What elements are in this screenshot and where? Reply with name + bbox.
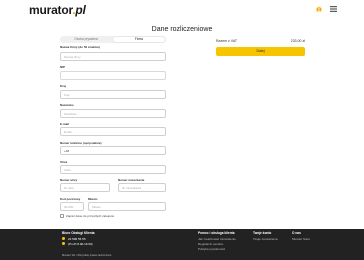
house-number-input[interactable]: Nr ulicy (60, 183, 110, 192)
total-label: Razem z VAT (216, 39, 238, 43)
footer-about-heading: O nas (292, 231, 301, 235)
logo-main: murator (29, 3, 73, 17)
town-label: Miasto (88, 197, 98, 201)
flat-number-label: Numer mieszkania (118, 178, 145, 182)
company-name-input[interactable]: Nazwa firmy (60, 52, 166, 61)
house-number-label: Numer ulicy (60, 178, 78, 182)
town-input[interactable]: Miasto (88, 202, 166, 211)
save-data-checkbox[interactable] (60, 214, 64, 218)
tab-company[interactable]: Firma (113, 37, 165, 42)
city-input[interactable]: Kraj (60, 90, 166, 99)
customer-type-tabs: Osoba prywatna Firma (60, 36, 166, 43)
header: murator.pl (0, 0, 364, 22)
postal-code-label: Kod pocztowy (60, 197, 81, 201)
logo-suffix: pl (75, 3, 86, 17)
menu-icon[interactable] (330, 6, 337, 12)
postal-code-input[interactable]: 00-000 (60, 202, 84, 211)
footer-help-link[interactable]: Jak zrealizować zamówienie (198, 237, 236, 241)
street-input[interactable]: Ulica (60, 165, 166, 174)
nip-input[interactable] (60, 71, 166, 80)
surname-input[interactable]: Nazwisko (60, 109, 166, 118)
footer-account-heading: Twoje konto (253, 231, 272, 235)
footer-help-link[interactable]: Regulamin serwisu (198, 242, 223, 246)
street-label: Ulica (60, 160, 68, 164)
phone-icon (62, 237, 65, 240)
footer-hours: (Pn-Pt 8.00-16.00) (68, 242, 93, 246)
email-input[interactable]: Email (60, 127, 166, 136)
phone-label: Numer telefonu (opcjonalnie) (60, 141, 102, 145)
company-name-label: Nazwa firmy (do 50 znaków) (60, 45, 100, 49)
next-button[interactable]: Dalej (216, 47, 305, 56)
surname-label: Nazwisko (60, 103, 74, 107)
page-title: Dane rozliczeniowe (151, 26, 213, 33)
page: murator.pl Dane rozliczeniowe Osoba pryw… (0, 0, 364, 260)
phone-input[interactable]: +48 (60, 146, 166, 155)
total-value: 233,00 zł (290, 39, 305, 43)
nip-label: NIP (60, 65, 66, 69)
footer-phone[interactable]: 22 590 55 55 (68, 237, 86, 241)
tab-private[interactable]: Osoba prywatna (60, 36, 112, 43)
gift-icon[interactable] (316, 6, 322, 12)
footer-help-heading: Pomoc i obsługa klienta (198, 231, 235, 235)
city-label: Kraj (60, 84, 66, 88)
footer-help-link[interactable]: Polityka prywatności (198, 247, 225, 251)
order-total: Razem z VAT 233,00 zł (216, 39, 305, 43)
footer-account-link[interactable]: Twoje zamówienia (253, 237, 278, 241)
clock-icon (62, 242, 65, 245)
flat-number-input[interactable]: Nr mieszkania (118, 183, 166, 192)
footer-about-link[interactable]: Murator Nasz (292, 237, 310, 241)
footer: Biuro Obsługi Klienta 22 590 55 55 (Pn-P… (0, 229, 364, 260)
footer-copyright: Murator SA • Wszystkie prawa zastrzeżone (62, 254, 112, 257)
email-label: E-mail (60, 122, 70, 126)
footer-support-heading: Biuro Obsługi Klienta (62, 231, 95, 235)
logo[interactable]: murator.pl (29, 3, 86, 17)
save-data-label: Zapisz dane do przyszłych zakupów (66, 214, 115, 218)
